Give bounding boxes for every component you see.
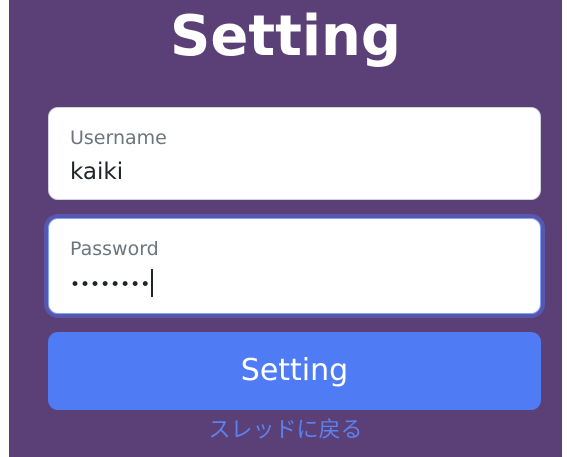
username-label: Username (70, 127, 167, 149)
password-field[interactable]: Password •••••••• (48, 218, 541, 314)
password-input[interactable]: •••••••• (70, 269, 154, 300)
page-title: Setting (170, 4, 401, 69)
password-label: Password (70, 238, 159, 260)
username-field[interactable]: Username (48, 107, 541, 200)
text-caret (151, 269, 154, 297)
back-to-thread-link[interactable]: スレッドに戻る (9, 416, 562, 446)
username-input[interactable] (70, 157, 510, 187)
setting-submit-button[interactable]: Setting (48, 332, 541, 410)
settings-panel: Setting Username Password •••••••• Setti… (9, 0, 562, 457)
password-masked-value: •••••••• (70, 275, 151, 295)
